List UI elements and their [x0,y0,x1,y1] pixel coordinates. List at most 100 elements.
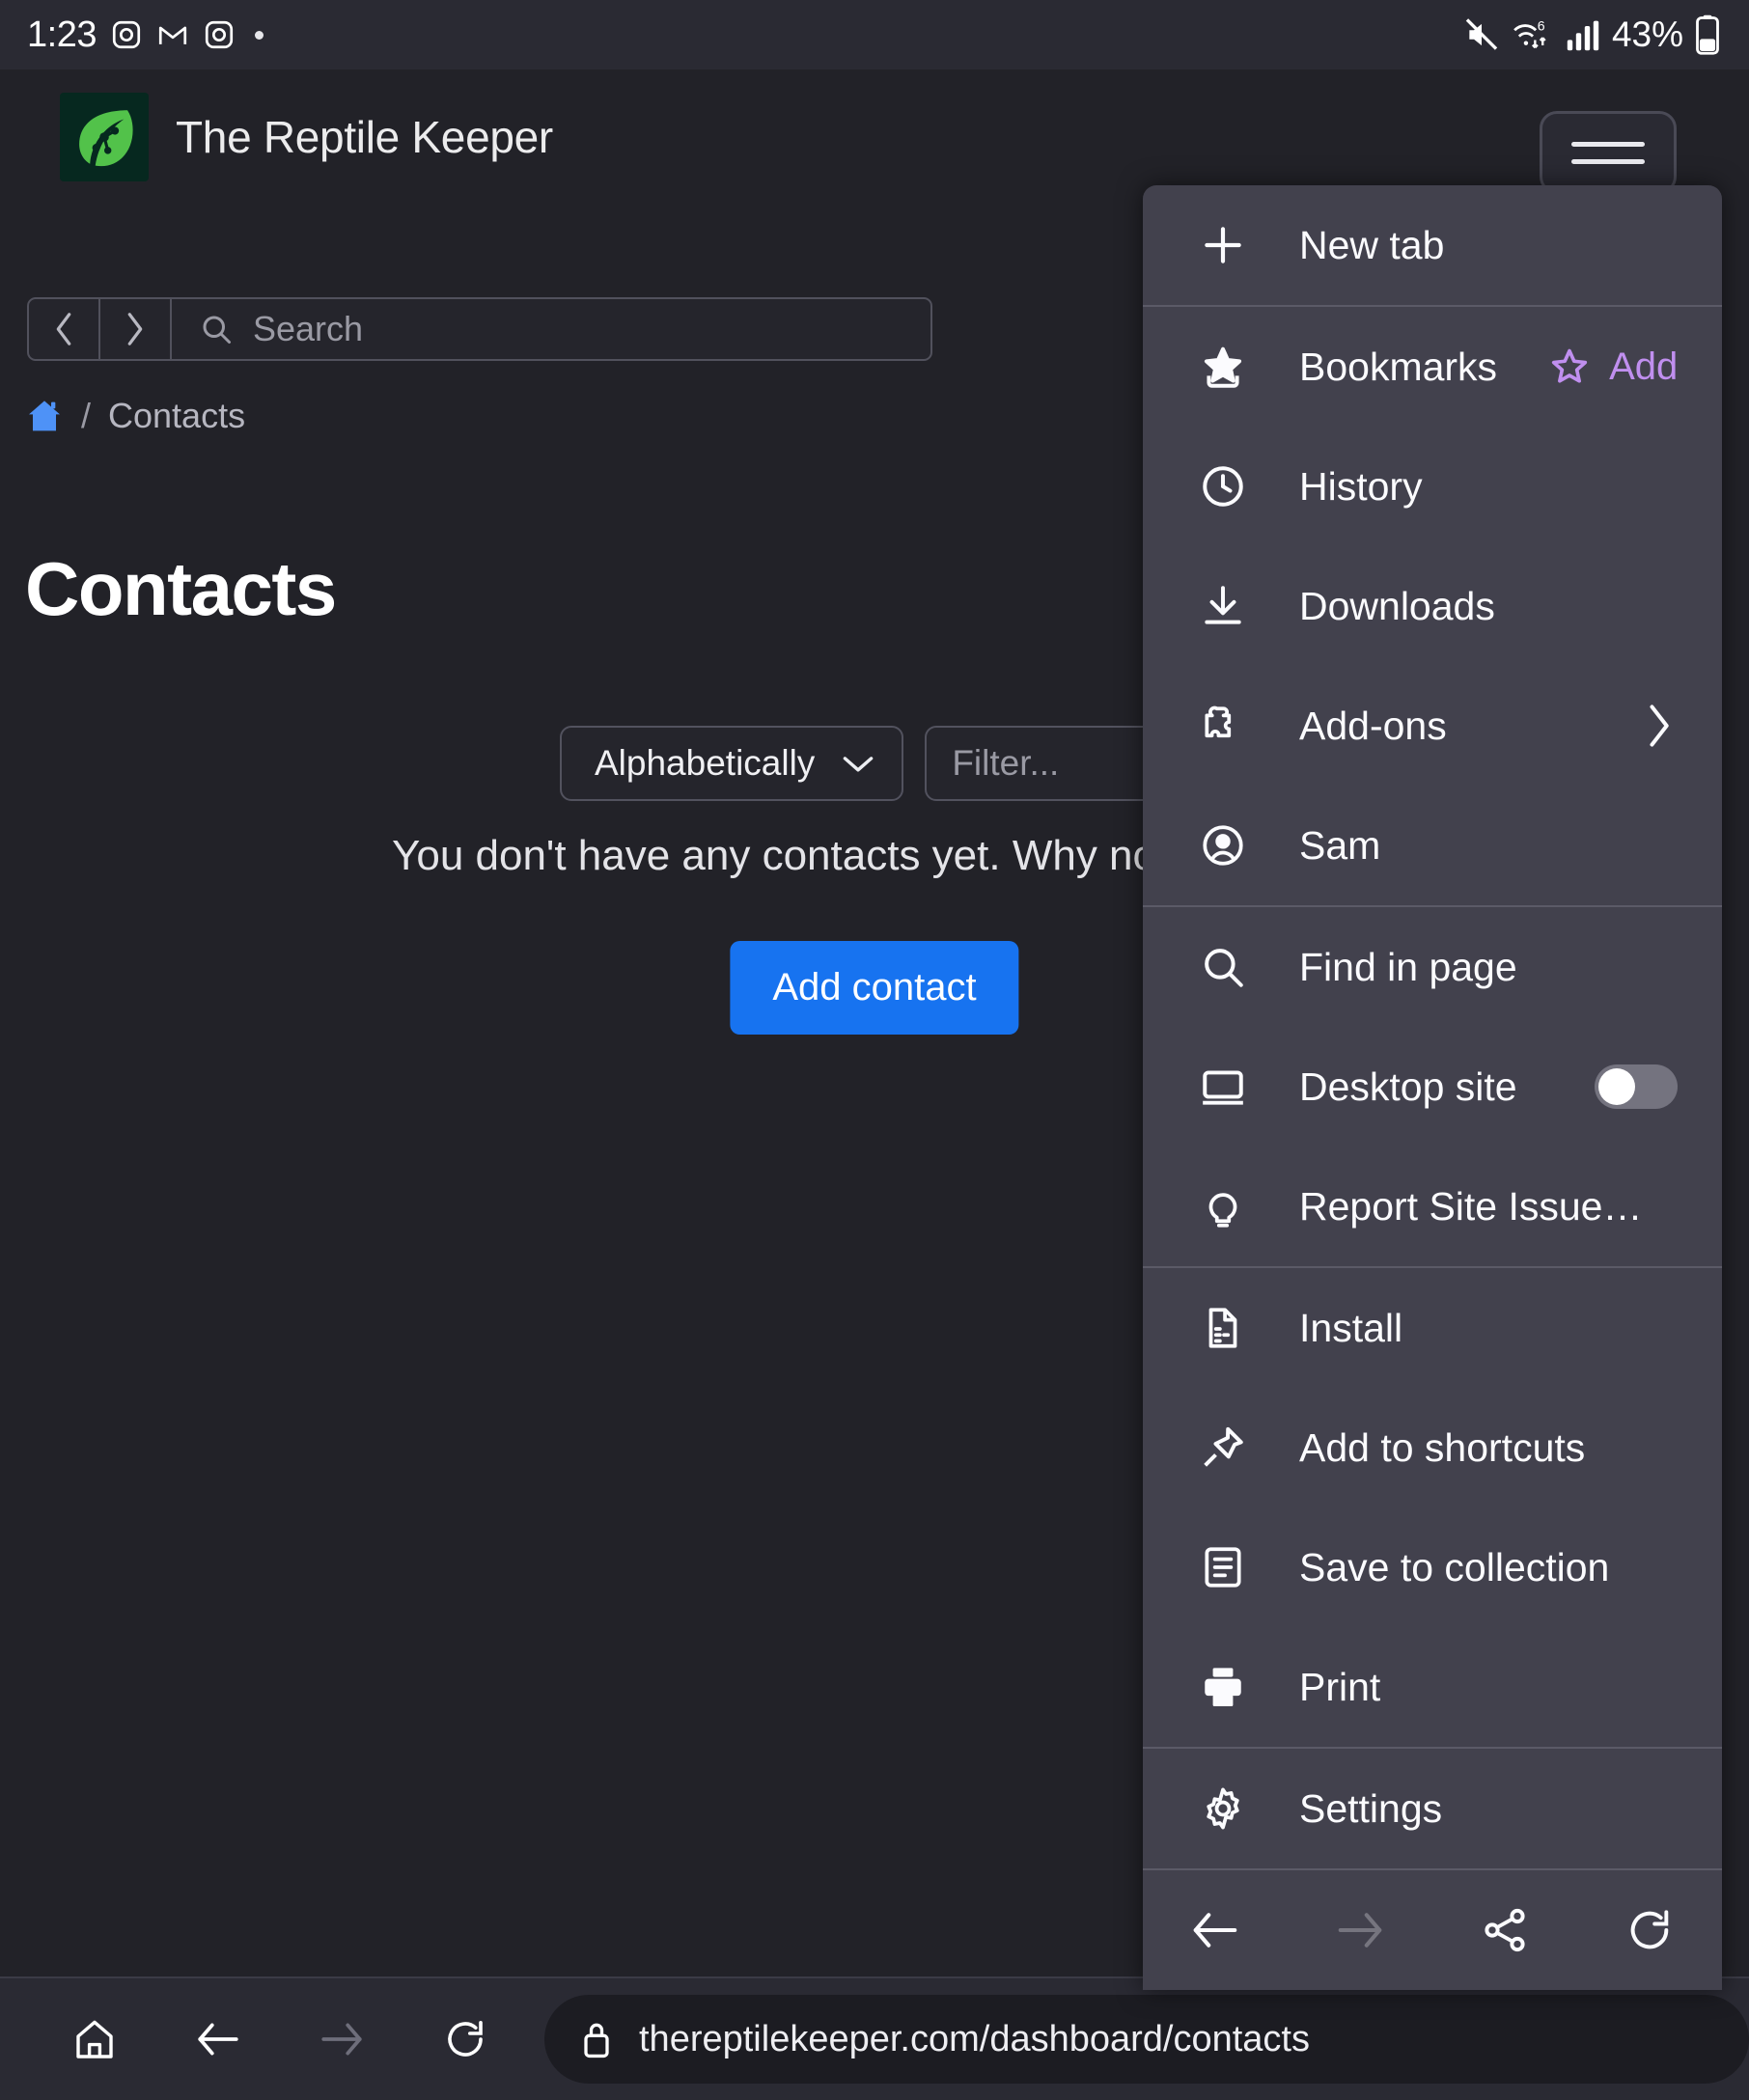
browser-back-button[interactable] [156,1977,280,2100]
extension-icon [1197,702,1249,750]
search-input[interactable]: Search [172,299,930,359]
menu-nav-forward-button[interactable] [1307,1877,1413,1983]
mute-icon [1463,16,1500,53]
desktop-site-toggle[interactable] [1595,1064,1722,1109]
gear-icon [1197,1784,1249,1833]
svg-text:6: 6 [1538,17,1545,33]
menu-item-label: Report Site Issue… [1299,1183,1643,1229]
home-icon[interactable] [25,397,64,435]
page-forward-button[interactable] [100,299,172,359]
clock-icon [1197,462,1249,511]
status-bar: 1:23 6 43% [0,0,1749,69]
menu-item-label: New tab [1299,222,1445,267]
menu-nav-reload-button[interactable] [1596,1877,1703,1983]
bookmark-add-action[interactable]: Add [1547,345,1722,389]
plus-icon [1197,221,1249,269]
screen: 1:23 6 43% The Reptile Keeper Search / C… [0,0,1749,2100]
browser-toolbar: thereptilekeeper.com/dashboard/contacts [0,1976,1749,2100]
collection-icon [1197,1543,1249,1591]
menu-item-new-tab[interactable]: New tab [1143,185,1722,305]
menu-nav-share-button[interactable] [1452,1877,1558,1983]
browser-forward-button[interactable] [280,1977,403,2100]
toggle-knob [1598,1068,1635,1105]
menu-item-account-sam[interactable]: Sam [1143,786,1722,905]
hamburger-bar [1571,158,1645,164]
menu-item-install[interactable]: Install [1143,1268,1722,1388]
bookmark-star-icon [1197,343,1249,391]
menu-item-desktop-site[interactable]: Desktop site [1143,1027,1722,1147]
browser-menu-panel: New tab Bookmarks Add History Downloads … [1143,185,1722,1990]
leaf-logo [60,93,149,181]
menu-nav-bar [1143,1868,1722,1990]
status-bar-right: 6 43% [1463,14,1720,55]
page-title: Contacts [25,546,337,631]
toggle-track [1595,1064,1678,1109]
menu-item-find-in-page[interactable]: Find in page [1143,907,1722,1027]
site-title: The Reptile Keeper [176,112,553,162]
menu-item-label: Bookmarks [1299,344,1498,389]
menu-item-label: Print [1299,1664,1381,1709]
url-text: thereptilekeeper.com/dashboard/contacts [639,2018,1310,2059]
battery-icon [1695,14,1720,55]
menu-item-report-site-issue[interactable]: Report Site Issue… [1143,1147,1722,1266]
menu-item-print[interactable]: Print [1143,1627,1722,1747]
browser-home-button[interactable] [33,1977,156,2100]
search-placeholder: Search [253,309,364,348]
status-time: 1:23 [27,14,97,55]
menu-item-save-to-collection[interactable]: Save to collection [1143,1507,1722,1627]
search-icon [1197,943,1249,991]
chevron-down-icon [842,753,874,774]
hamburger-bar [1571,141,1645,147]
submenu-chevron[interactable] [1639,703,1722,749]
site-header: The Reptile Keeper [0,69,1749,205]
menu-item-history[interactable]: History [1143,427,1722,546]
breadcrumb: / Contacts [25,396,245,436]
desktop-icon [1197,1063,1249,1111]
menu-item-add-ons[interactable]: Add-ons [1143,666,1722,786]
battery-percent: 43% [1611,14,1683,54]
wifi6-icon: 6 [1512,16,1554,53]
gmail-icon [156,18,189,51]
page-back-button[interactable] [29,299,100,359]
bookmark-add-label: Add [1609,345,1679,388]
menu-item-add-to-shortcuts[interactable]: Add to shortcuts [1143,1388,1722,1507]
menu-item-bookmarks[interactable]: Bookmarks Add [1143,307,1722,427]
menu-item-label: Add-ons [1299,703,1447,748]
menu-item-settings[interactable]: Settings [1143,1749,1722,1868]
download-icon [1197,582,1249,630]
instagram-icon [203,18,236,51]
status-bar-left: 1:23 [27,14,264,56]
signal-bars-icon [1566,18,1600,51]
menu-item-label: Desktop site [1299,1064,1517,1109]
lightbulb-icon [1197,1182,1249,1230]
breadcrumb-current: Contacts [108,396,246,435]
hamburger-menu-button[interactable] [1540,111,1677,194]
menu-nav-back-button[interactable] [1162,1877,1268,1983]
url-bar[interactable]: thereptilekeeper.com/dashboard/contacts [544,1995,1749,2084]
menu-item-downloads[interactable]: Downloads [1143,546,1722,666]
lock-icon [579,2018,614,2060]
menu-item-label: Settings [1299,1785,1443,1831]
star-outline-icon [1547,345,1592,389]
add-contact-button[interactable]: Add contact [730,941,1019,1035]
sort-dropdown-value: Alphabetically [595,743,816,783]
list-controls: Alphabetically Filter... [560,726,1235,801]
menu-item-label: Sam [1299,822,1381,868]
menu-item-label: Downloads [1299,583,1495,628]
menu-item-label: Save to collection [1299,1544,1610,1589]
search-icon [199,312,234,346]
install-icon [1197,1304,1249,1352]
browser-reload-button[interactable] [403,1977,527,2100]
account-icon [1197,821,1249,870]
pin-icon [1197,1423,1249,1472]
breadcrumb-separator: / [81,396,92,435]
sort-dropdown[interactable]: Alphabetically [560,726,904,801]
menu-item-label: Add to shortcuts [1299,1424,1586,1470]
filter-placeholder: Filter... [952,743,1060,783]
menu-item-label: Install [1299,1305,1403,1350]
page-search-bar: Search [27,297,932,361]
instagram-icon [110,18,143,51]
menu-item-label: History [1299,463,1423,509]
notification-dot-icon [254,30,264,40]
menu-item-label: Find in page [1299,944,1517,989]
